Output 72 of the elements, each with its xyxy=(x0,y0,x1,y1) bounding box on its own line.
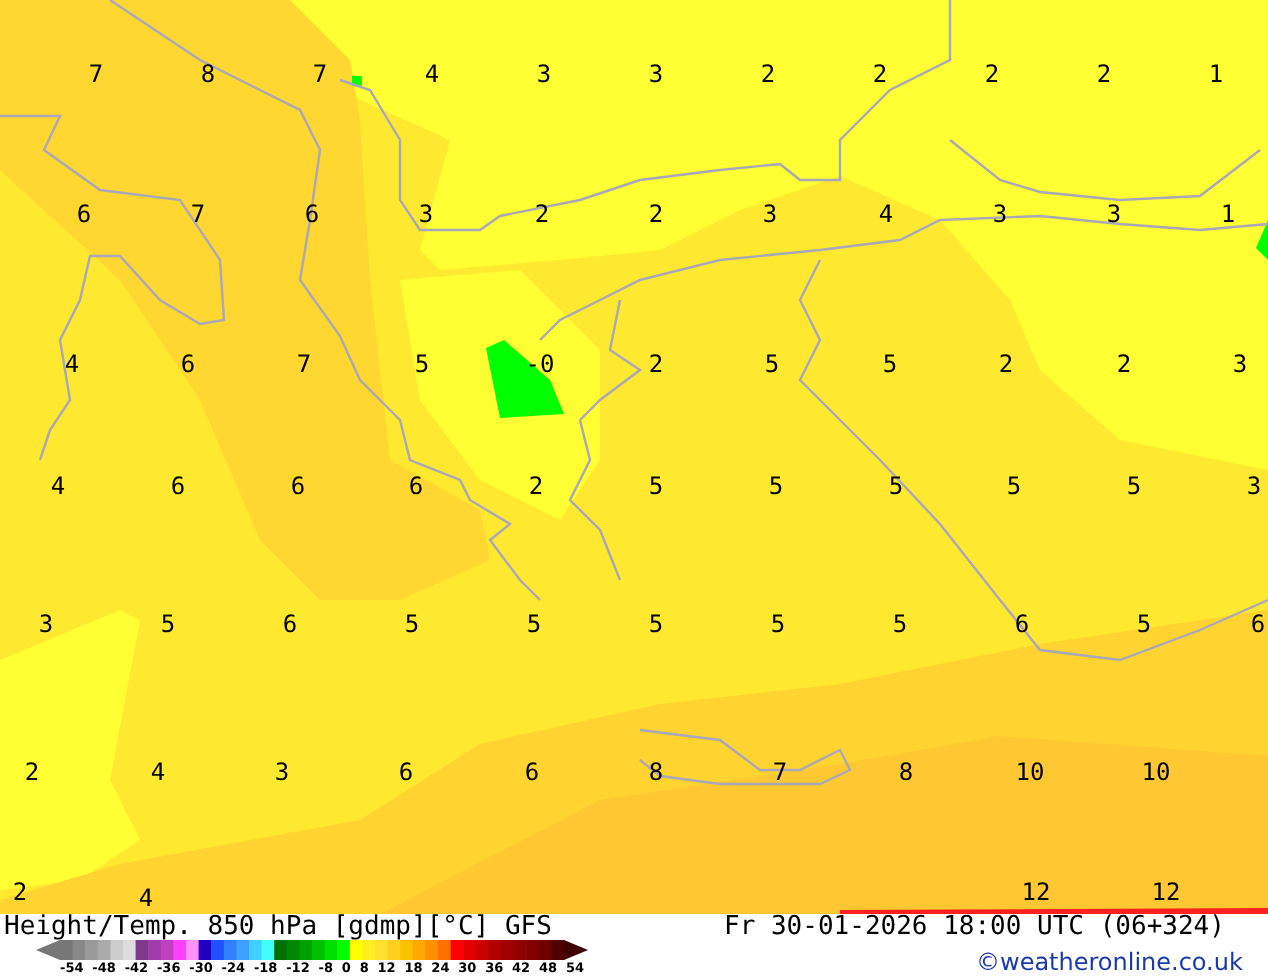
temperature-label: 12 xyxy=(1151,878,1181,906)
temperature-label: 6 xyxy=(76,200,92,228)
temperature-label: 3 xyxy=(992,200,1008,228)
temperature-label: 3 xyxy=(762,200,778,228)
temperature-label: 1 xyxy=(1208,60,1224,88)
temperature-label: 2 xyxy=(1116,350,1132,378)
temperature-label: 2 xyxy=(24,758,40,786)
temperature-label: 6 xyxy=(398,758,414,786)
temperature-label: 7 xyxy=(772,758,788,786)
temperature-label: 6 xyxy=(524,758,540,786)
temperature-label: 5 xyxy=(648,472,664,500)
temperature-label: 4 xyxy=(878,200,894,228)
temperature-label: 12 xyxy=(1021,878,1051,906)
temperature-label: 5 xyxy=(770,610,786,638)
temperature-label: 6 xyxy=(290,472,306,500)
temperature-label: 2 xyxy=(872,60,888,88)
temperature-label: 7 xyxy=(190,200,206,228)
temperature-label: 6 xyxy=(1014,610,1030,638)
temperature-label: 3 xyxy=(536,60,552,88)
temperature-label: 5 xyxy=(414,350,430,378)
temperature-label: 5 xyxy=(882,350,898,378)
temperature-label: 2 xyxy=(12,878,28,906)
temperature-label: 5 xyxy=(1136,610,1152,638)
temperature-label: 10 xyxy=(1015,758,1045,786)
temperature-label: 6 xyxy=(408,472,424,500)
temperature-label: 7 xyxy=(88,60,104,88)
temperature-label: 5 xyxy=(526,610,542,638)
temperature-label: 4 xyxy=(150,758,166,786)
temperature-label: 5 xyxy=(768,472,784,500)
temperature-label: 5 xyxy=(1126,472,1142,500)
temperature-label: 10 xyxy=(1141,758,1171,786)
temperature-label: 6 xyxy=(170,472,186,500)
temperature-label: 8 xyxy=(200,60,216,88)
temperature-label: 5 xyxy=(648,610,664,638)
temperature-label: 3 xyxy=(1106,200,1122,228)
temperature-label: 2 xyxy=(534,200,550,228)
temperature-label: 8 xyxy=(898,758,914,786)
temperature-label: 3 xyxy=(38,610,54,638)
temperature-label: 2 xyxy=(648,350,664,378)
temperature-label: 5 xyxy=(160,610,176,638)
temperature-label: 2 xyxy=(648,200,664,228)
temperature-label: 1 xyxy=(1220,200,1236,228)
temperature-label: 3 xyxy=(648,60,664,88)
valid-time: Fr 30-01-2026 18:00 UTC (06+324) xyxy=(724,914,1225,942)
temperature-label: 2 xyxy=(528,472,544,500)
temperature-label: 2 xyxy=(1096,60,1112,88)
temperature-label: 6 xyxy=(1250,610,1266,638)
temperature-label: 4 xyxy=(50,472,66,500)
temperature-label: 5 xyxy=(764,350,780,378)
temperature-label: 4 xyxy=(424,60,440,88)
temperature-label: 3 xyxy=(1246,472,1262,500)
temperature-label: 2 xyxy=(984,60,1000,88)
temperature-label: 6 xyxy=(304,200,320,228)
chart-title: Height/Temp. 850 hPa [gdmp][°C] GFS xyxy=(4,914,552,940)
temperature-label: 5 xyxy=(892,610,908,638)
temperature-label: 2 xyxy=(998,350,1014,378)
temperature-label: 5 xyxy=(1006,472,1022,500)
temperature-label: 8 xyxy=(648,758,664,786)
temperature-label: 7 xyxy=(296,350,312,378)
temperature-label: 2 xyxy=(760,60,776,88)
credit-link[interactable]: ©weatheronline.co.uk xyxy=(976,948,1243,976)
temperature-label: 4 xyxy=(64,350,80,378)
temperature-label: 6 xyxy=(180,350,196,378)
temperature-label: 6 xyxy=(282,610,298,638)
temperature-label: 5 xyxy=(404,610,420,638)
temperature-label: 3 xyxy=(418,200,434,228)
temperature-label: 7 xyxy=(312,60,328,88)
temperature-label: -0 xyxy=(525,350,555,378)
temperature-label: 4 xyxy=(138,884,154,912)
temperature-label: 3 xyxy=(1232,350,1248,378)
temperature-label: 3 xyxy=(274,758,290,786)
temperature-label: 5 xyxy=(888,472,904,500)
